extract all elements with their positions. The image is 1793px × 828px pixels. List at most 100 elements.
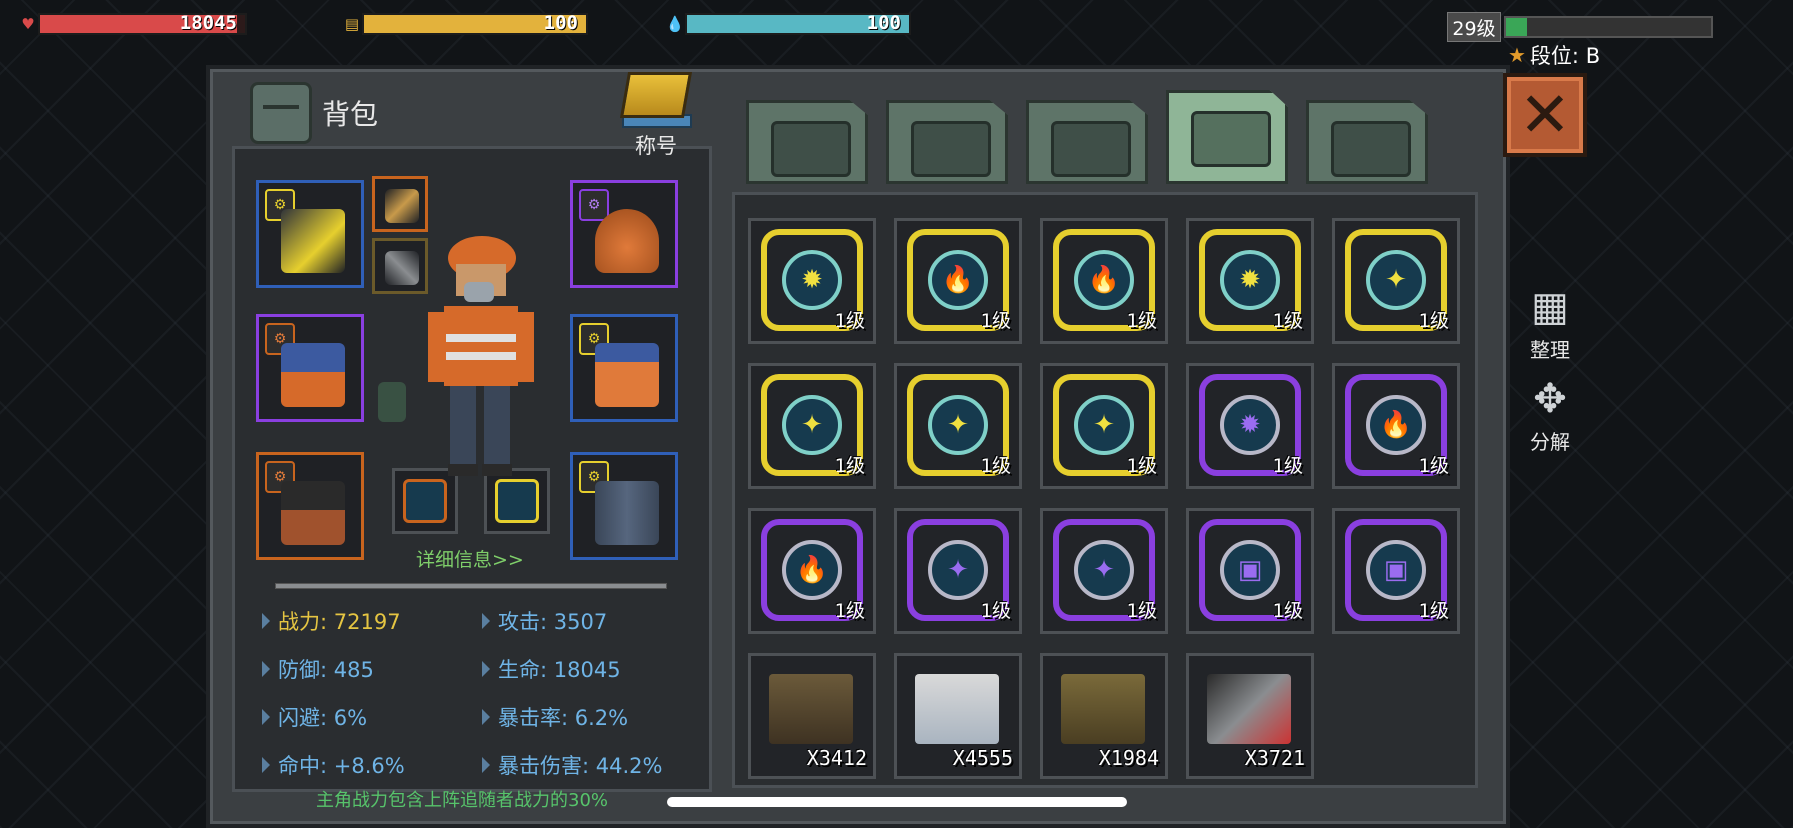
ammo-quantity: X4555 bbox=[952, 746, 1013, 770]
chip-core-icon: ✦ bbox=[1366, 250, 1426, 310]
hp-bar: ♥ 18045 bbox=[18, 12, 247, 35]
backpack-icon bbox=[771, 121, 851, 177]
stat-item: 命中: +8.6% bbox=[262, 750, 482, 780]
pistol-ammo-icon bbox=[915, 674, 999, 744]
disassemble-button[interactable]: ✥ 分解 bbox=[1520, 374, 1580, 455]
tab-backpack[interactable] bbox=[746, 100, 868, 184]
chip-core-icon: 🔥 bbox=[1366, 395, 1426, 455]
vest-silhouette-icon bbox=[378, 382, 406, 422]
stats-grid: 战力: 72197 攻击: 3507 防御: 485 生命: 18045 闪避: 6% 暴… bbox=[262, 606, 692, 780]
water-track: 100 bbox=[685, 12, 911, 35]
chip-cell[interactable]: 🔥 1级 bbox=[1040, 218, 1168, 344]
chip-cell[interactable]: ▣ 1级 bbox=[1332, 508, 1460, 634]
ammo-cell[interactable]: X3721 bbox=[1186, 653, 1314, 779]
chip-cell[interactable]: ✦ 1级 bbox=[1040, 363, 1168, 489]
helmet-slot[interactable]: ⚙ bbox=[570, 180, 678, 288]
stat-item: 暴击率: 6.2% bbox=[482, 702, 692, 732]
chip-cell[interactable]: 🔥 1级 bbox=[1332, 363, 1460, 489]
weapon-slot[interactable]: ⚙ bbox=[256, 180, 364, 288]
chip-core-icon: ✦ bbox=[928, 395, 988, 455]
triangle-icon bbox=[262, 613, 270, 629]
chip-cell[interactable]: 🔥 1级 bbox=[748, 508, 876, 634]
chip-level: 1级 bbox=[834, 310, 865, 332]
chip-icon bbox=[403, 479, 447, 523]
chip-cell[interactable]: 🔥 1级 bbox=[894, 218, 1022, 344]
triangle-icon bbox=[482, 709, 490, 725]
hard-hat-icon bbox=[595, 209, 659, 273]
triangle-icon bbox=[262, 661, 270, 677]
rifle-ammo-icon bbox=[769, 674, 853, 744]
stats-divider bbox=[275, 583, 667, 589]
chip-cell[interactable]: ✹ 1级 bbox=[748, 218, 876, 344]
chip-cell[interactable]: ✹ 1级 bbox=[1186, 363, 1314, 489]
tab-weapons[interactable] bbox=[1166, 90, 1288, 184]
water-value: 100 bbox=[866, 12, 901, 34]
chip-core-icon: ✦ bbox=[1074, 540, 1134, 600]
rank-label: ★ 段位: B bbox=[1508, 40, 1600, 70]
water-bar: 💧 100 bbox=[665, 12, 911, 35]
title-badge-label: 称号 bbox=[635, 134, 677, 158]
food-icon: ▤ bbox=[344, 15, 360, 33]
chip-core-icon: ▣ bbox=[1366, 540, 1426, 600]
chip-core-icon: ✹ bbox=[1220, 395, 1280, 455]
character-portrait bbox=[428, 236, 534, 476]
title-medal-icon bbox=[619, 72, 693, 118]
ammo-quantity: X3721 bbox=[1244, 746, 1305, 770]
vest-slot[interactable]: ⚙ bbox=[256, 314, 364, 422]
chip-core-icon: 🔥 bbox=[782, 540, 842, 600]
heart-icon: ♥ bbox=[21, 15, 35, 33]
boots-slot[interactable]: ⚙ bbox=[256, 452, 364, 560]
detail-info-link[interactable]: 详细信息>> bbox=[416, 545, 524, 572]
stat-item: 战力: 72197 bbox=[262, 606, 482, 636]
wrench-icon bbox=[1331, 121, 1411, 177]
chip-level: 1级 bbox=[980, 455, 1011, 477]
chip-core-icon: ✦ bbox=[782, 395, 842, 455]
chip-cell[interactable]: ✦ 1级 bbox=[1332, 218, 1460, 344]
close-button[interactable]: ✕ bbox=[1503, 73, 1587, 157]
chip-cell[interactable]: ✦ 1级 bbox=[1040, 508, 1168, 634]
backpack-header: 背包 bbox=[250, 82, 378, 144]
tab-tools[interactable] bbox=[1306, 100, 1428, 184]
pistol-icon bbox=[1191, 111, 1271, 167]
chip-level: 1级 bbox=[1272, 310, 1303, 332]
chip-cell[interactable]: ✦ 1级 bbox=[748, 363, 876, 489]
chip-cell[interactable]: ▣ 1级 bbox=[1186, 508, 1314, 634]
hp-track: 18045 bbox=[38, 12, 247, 35]
chip-cell[interactable]: ✹ 1级 bbox=[1186, 218, 1314, 344]
disassemble-icon: ✥ bbox=[1533, 376, 1567, 422]
sort-grid-icon: ▦ bbox=[1531, 284, 1569, 330]
arrow-quiver-icon bbox=[1207, 674, 1291, 744]
ammo-cell[interactable]: X1984 bbox=[1040, 653, 1168, 779]
ammo-quantity: X3412 bbox=[806, 746, 867, 770]
chip-cell[interactable]: ✦ 1级 bbox=[894, 363, 1022, 489]
ammo-cell[interactable]: X3412 bbox=[748, 653, 876, 779]
close-icon: ✕ bbox=[1519, 78, 1571, 151]
home-indicator[interactable] bbox=[667, 797, 1127, 807]
stat-label: 防御: 485 bbox=[278, 658, 374, 682]
crossbow-small-icon bbox=[385, 251, 419, 285]
tab-materials[interactable] bbox=[1026, 100, 1148, 184]
sort-button[interactable]: ▦ 整理 bbox=[1520, 282, 1580, 363]
pants-slot[interactable]: ⚙ bbox=[570, 452, 678, 560]
chip-core-icon: ✦ bbox=[928, 540, 988, 600]
melee-slot[interactable] bbox=[372, 176, 428, 232]
fire-chip-icon bbox=[495, 479, 539, 523]
chip-cell[interactable]: ✦ 1级 bbox=[894, 508, 1022, 634]
shotgun-ammo-icon bbox=[1061, 674, 1145, 744]
chip-level: 1级 bbox=[1418, 600, 1449, 622]
player-level: 29级 bbox=[1447, 12, 1501, 42]
stat-label: 战力: 72197 bbox=[278, 610, 401, 634]
chip-level: 1级 bbox=[1126, 600, 1157, 622]
materials-icon bbox=[1051, 121, 1131, 177]
purple-tier-tag-icon: ⚙ bbox=[579, 189, 609, 221]
stat-item: 攻击: 3507 bbox=[482, 606, 692, 636]
tab-medkit[interactable] bbox=[886, 100, 1008, 184]
chip-level: 1级 bbox=[834, 600, 865, 622]
ammo-cell[interactable]: X4555 bbox=[894, 653, 1022, 779]
hp-value: 18045 bbox=[179, 12, 237, 34]
chip-level: 1级 bbox=[834, 455, 865, 477]
title-badge-button[interactable]: 称号 bbox=[619, 72, 693, 158]
jacket-slot[interactable]: ⚙ bbox=[570, 314, 678, 422]
chip-core-icon: 🔥 bbox=[1074, 250, 1134, 310]
stat-label: 生命: 18045 bbox=[498, 658, 621, 682]
